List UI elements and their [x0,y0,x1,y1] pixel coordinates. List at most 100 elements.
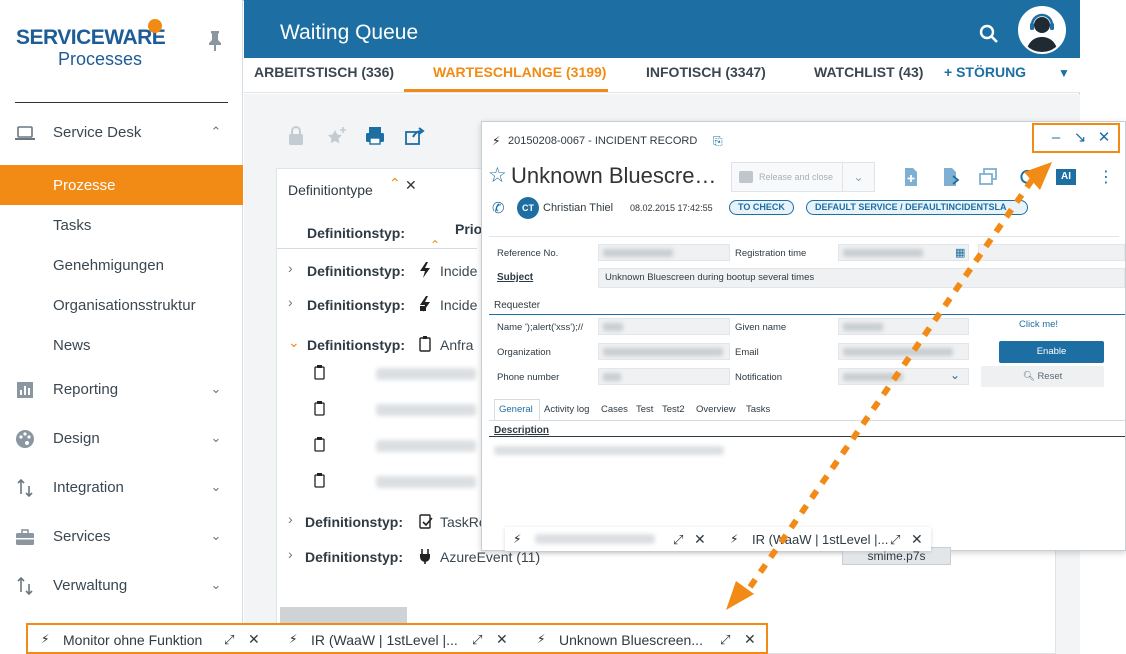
copy-icon[interactable]: ⎘ [713,134,723,149]
tab-watchlist[interactable]: WATCHLIST (43) [814,64,923,92]
email-field[interactable] [838,343,969,360]
tab-arbeitstisch[interactable]: ARBEITSTISCH (336) [254,64,394,92]
close-icon[interactable]: ✕ [694,531,706,548]
incident-date: 08.02.2015 17:42:55 [630,203,713,213]
lock-icon[interactable] [287,125,309,147]
taskbar-item[interactable]: ⚡︎ Unknown Bluescreen... ⤢ ✕ [537,628,762,652]
release-options-dropdown[interactable]: ⌄ [843,162,875,192]
star-add-icon[interactable] [326,125,348,147]
share-icon[interactable] [404,125,426,147]
chevron-down-icon[interactable]: ⌄ [206,428,226,448]
chevron-up-icon[interactable]: ⌃ [389,175,401,192]
search-icon[interactable] [978,23,1000,45]
click-me-link[interactable]: Click me! [1019,319,1058,330]
sidebar-item-design[interactable]: Design ⌄ [0,419,243,459]
expand-icon[interactable]: ⤢ [890,532,900,548]
sidebar-subitem-tasks[interactable]: Tasks [0,205,243,245]
column-header[interactable]: Prio [455,221,482,237]
sort-arrows-icon [14,477,36,499]
subtab-test2[interactable]: Test2 [662,404,685,415]
duplicate-icon[interactable] [978,167,998,187]
chevron-down-icon[interactable]: ⌄ [206,575,226,595]
phone-icon[interactable]: ✆ [492,199,505,217]
phone-number-field[interactable] [598,368,730,385]
add-stoerung-button[interactable]: + STÖRUNG [944,64,1026,80]
sidebar-item-verwaltung[interactable]: Verwaltung ⌄ [0,566,243,606]
ai-button[interactable]: AI [1056,169,1076,185]
sidebar-subitem-organisationsstruktur[interactable]: Organisationsstruktur [0,285,243,325]
taskbar-item[interactable]: ⚡︎ Monitor ohne Funktion ⤢ ✕ [41,628,266,652]
reset-button[interactable]: 🔍︎ Reset [981,366,1104,387]
chevron-down-icon[interactable]: ⌄ [288,334,302,351]
subject-label: Subject [497,272,534,283]
bar-chart-icon [14,379,36,401]
tab-infotisch[interactable]: INFOTISCH (3347) [646,64,766,92]
close-icon[interactable]: ✕ [911,531,923,548]
add-document-icon[interactable] [901,167,921,187]
avatar[interactable] [1018,6,1066,54]
subtab-tasks[interactable]: Tasks [746,404,770,415]
close-icon[interactable]: ✕ [1095,129,1113,147]
sidebar-subitem-news[interactable]: News [0,325,243,365]
expand-icon[interactable]: ⤢ [472,632,482,648]
document-transfer-icon[interactable] [940,167,960,187]
organization-field[interactable] [598,343,730,360]
subject-field[interactable]: Unknown Bluescreen during bootup several… [598,268,1125,288]
status-badge[interactable]: TO CHECK [729,200,794,215]
taskbar-item[interactable]: ⚡︎ IR (WaaW | 1stLevel |... ⤢ ✕ [289,628,514,652]
enable-button[interactable]: Enable [999,341,1104,363]
chevron-right-icon[interactable]: › [288,546,302,562]
reference-no-field[interactable] [598,244,730,261]
chevron-up-icon[interactable]: ⌃ [206,122,226,142]
sidebar-subitem-prozesse[interactable]: Prozesse [0,165,243,205]
expand-icon[interactable]: ⤢ [224,632,234,648]
chevron-right-icon[interactable]: › [288,511,302,527]
sidebar-item-service-desk[interactable]: Service Desk ⌃ [0,113,243,153]
chevron-right-icon[interactable]: › [288,260,302,276]
minimize-icon[interactable]: – [1047,129,1065,147]
chevron-down-icon[interactable]: ⌄ [206,477,226,497]
chevron-down-icon[interactable]: ⌄ [950,368,960,382]
email-label: Email [735,347,759,358]
subtab-cases[interactable]: Cases [601,404,628,415]
chevron-right-icon[interactable]: › [288,294,302,310]
registration-time-field[interactable] [838,244,969,261]
release-and-close-button[interactable]: Release and close [731,162,843,192]
pin-icon[interactable] [206,30,224,52]
subtab-activity-log[interactable]: Activity log [544,404,589,415]
agent-name[interactable]: Christian Thiel [543,202,613,214]
close-icon[interactable]: ✕ [496,631,508,648]
collapse-icon[interactable]: ↘ [1071,129,1089,147]
chevron-down-icon[interactable]: ⌄ [206,379,226,399]
sidebar-item-services[interactable]: Services ⌄ [0,517,243,557]
close-icon[interactable]: ✕ [744,631,756,648]
print-icon[interactable] [364,125,386,147]
floating-task-item[interactable]: ⚡︎ ⤢ ✕ [513,528,713,552]
refresh-icon[interactable] [1017,167,1037,187]
name-field[interactable] [598,318,730,335]
subtab-general[interactable]: General [499,404,533,415]
sidebar-item-reporting[interactable]: Reporting ⌄ [0,370,243,410]
close-icon[interactable]: ✕ [405,177,417,194]
calendar-icon[interactable]: ▦ [955,246,965,259]
expand-icon[interactable]: ⤢ [720,632,730,648]
expand-icon[interactable]: ⤢ [673,532,683,548]
sidebar-item-integration[interactable]: Integration ⌄ [0,468,243,508]
close-icon[interactable]: ✕ [248,631,260,648]
subtab-overview[interactable]: Overview [696,404,736,415]
floating-task-item[interactable]: ⚡︎ IR (WaaW | 1stLevel |... ⤢ ✕ [730,528,930,552]
column-header[interactable]: Definitionstyp: [307,225,405,241]
subtab-test[interactable]: Test [636,404,653,415]
logo-text: SERVICEWARE [16,26,166,49]
tabs-dropdown-icon[interactable]: ▼ [1058,66,1070,80]
sla-badge[interactable]: DEFAULT SERVICE / DEFAULTINCIDENTSLA [806,200,1028,215]
more-options-icon[interactable]: ⋮ [1098,167,1114,187]
favorite-star-icon[interactable]: ☆ [488,163,507,188]
tab-warteschlange[interactable]: WARTESCHLANGE (3199) [433,64,606,92]
sidebar-subitem-genehmigungen[interactable]: Genehmigungen [0,245,243,285]
given-name-field[interactable] [838,318,969,335]
sidebar-subitem-label: Prozesse [53,177,116,194]
organization-label: Organization [497,347,551,358]
chevron-down-icon[interactable]: ⌄ [206,526,226,546]
page-title: Waiting Queue [280,21,419,44]
